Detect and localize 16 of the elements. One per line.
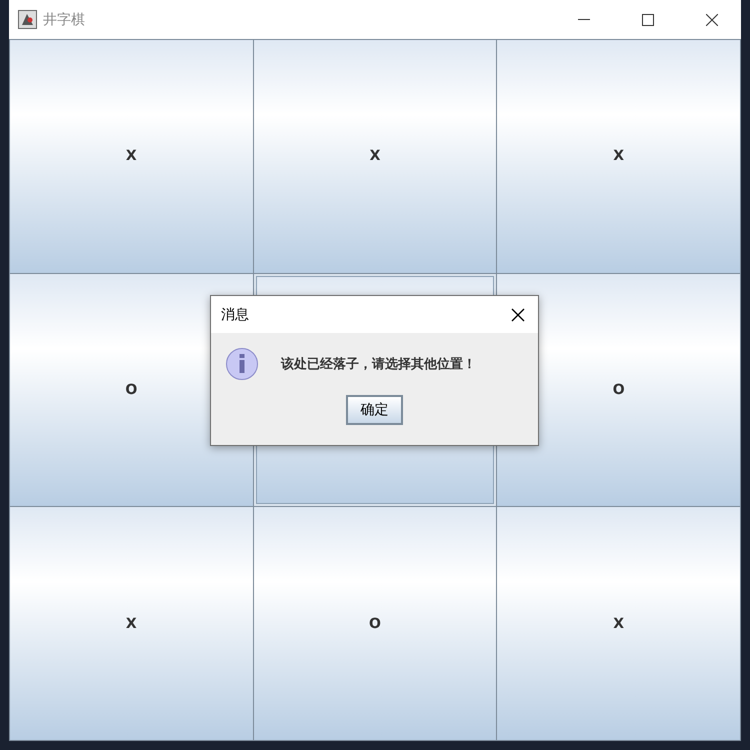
close-icon bbox=[511, 308, 525, 322]
window-title: 井字棋 bbox=[43, 10, 86, 28]
minimize-icon bbox=[578, 19, 590, 20]
ok-button[interactable]: 确定 bbox=[346, 395, 403, 425]
board-cell[interactable]: X bbox=[10, 507, 253, 740]
board-cell[interactable]: O bbox=[254, 507, 496, 740]
dialog-title: 消息 bbox=[221, 306, 250, 324]
board-cell[interactable]: X bbox=[497, 40, 740, 273]
close-icon bbox=[706, 14, 718, 26]
board-cell[interactable]: X bbox=[10, 40, 253, 273]
board-cell[interactable]: X bbox=[497, 507, 740, 740]
dialog-message: 该处已经落子，请选择其他位置！ bbox=[281, 356, 476, 373]
board-cell[interactable]: X bbox=[254, 40, 496, 273]
info-icon bbox=[225, 347, 259, 381]
app-icon bbox=[18, 10, 37, 29]
maximize-icon bbox=[642, 14, 654, 26]
